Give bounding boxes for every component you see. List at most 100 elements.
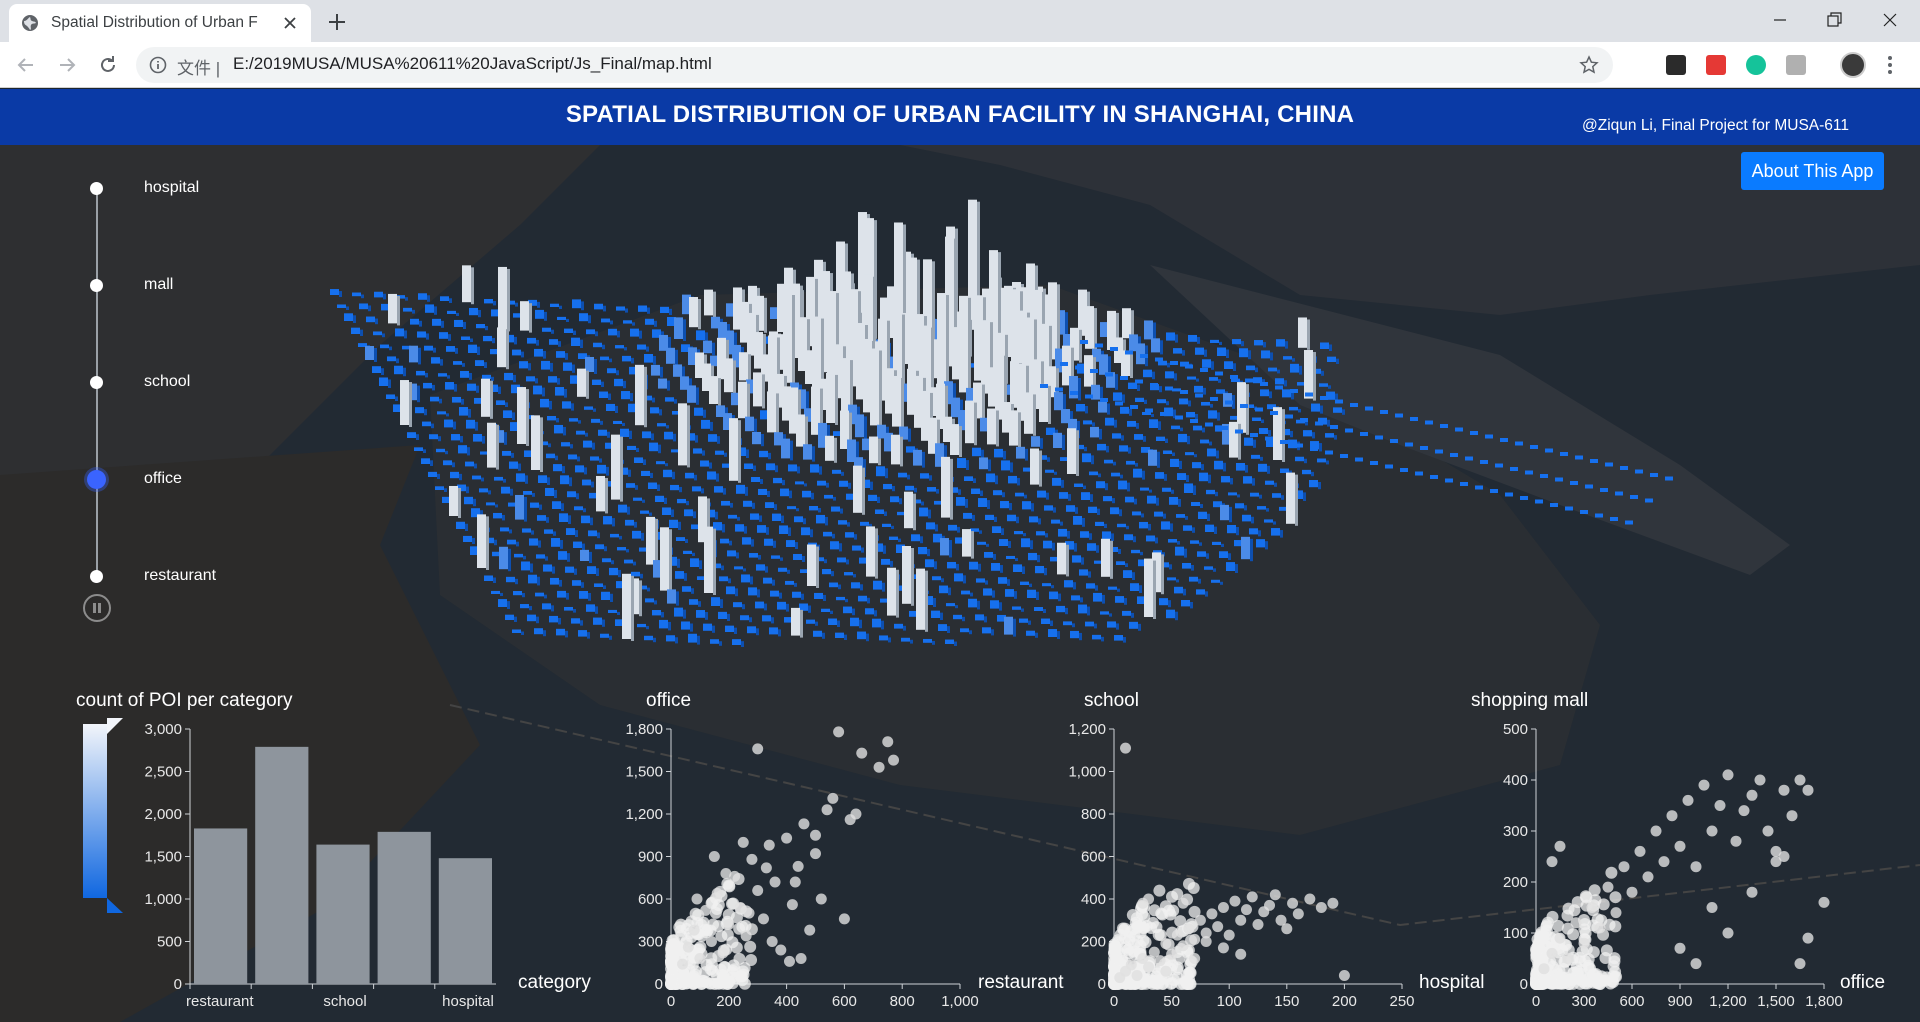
map-bar: [1195, 393, 1203, 398]
map-bar: [460, 370, 472, 380]
map-bar: [1148, 449, 1160, 468]
map-bar: [1144, 558, 1156, 619]
map-bar: [1635, 469, 1643, 474]
map-bar: [1455, 427, 1463, 432]
map-bar: [601, 318, 613, 325]
map-bar: [394, 365, 406, 377]
map-bar: [635, 364, 647, 428]
map-bar: [461, 336, 473, 342]
map-bar: [1540, 474, 1548, 478]
map-bar: [1310, 447, 1318, 451]
map-bar: [767, 391, 779, 435]
map-bar: [678, 403, 690, 468]
map-bar: [432, 318, 444, 328]
map-bar: [1605, 462, 1613, 467]
more-menu-icon[interactable]: [1887, 55, 1893, 75]
map-bar: [446, 346, 458, 354]
map-bar: [1009, 410, 1021, 448]
map-bar: [891, 434, 903, 467]
map-bar: [417, 331, 429, 340]
map-bar: [1440, 424, 1448, 428]
minimize-icon[interactable]: [1768, 8, 1792, 32]
map-bar: [674, 317, 686, 341]
map-bar: [1075, 365, 1083, 370]
timeline-item-school[interactable]: school: [90, 373, 390, 393]
pdf-extension-icon[interactable]: [1786, 55, 1806, 75]
map-bar: [1380, 410, 1388, 414]
timeline-item-hospital[interactable]: hospital: [90, 179, 390, 199]
about-button[interactable]: About This App: [1741, 152, 1884, 190]
map-bar: [752, 431, 764, 447]
mall-x-axis-name: office: [1840, 972, 1886, 993]
map-bar: [1340, 454, 1348, 458]
grammarly-icon[interactable]: [1746, 55, 1766, 75]
map-bar: [1475, 485, 1483, 490]
close-icon[interactable]: [281, 14, 299, 32]
map-bar: [660, 527, 672, 593]
map-bar: [1520, 496, 1528, 500]
map-bar: [1580, 510, 1588, 514]
timeline-dot[interactable]: [90, 570, 103, 583]
timeline-dot[interactable]: [90, 182, 103, 195]
timeline-item-restaurant[interactable]: restaurant: [90, 567, 390, 587]
address-bar[interactable]: 文件 | E:/2019MUSA/MUSA%20611%20JavaScript…: [136, 47, 1613, 83]
extension-x-icon[interactable]: [1666, 55, 1686, 75]
map-bar: [1040, 384, 1048, 388]
forward-arrow-icon[interactable]: [55, 53, 79, 77]
map-bar: [887, 567, 899, 618]
map-bar: [855, 414, 867, 440]
map-bar: [979, 457, 991, 472]
map-bar: [807, 544, 819, 588]
map-bar: [962, 529, 974, 559]
timeline-dot-active[interactable]: [87, 470, 106, 489]
pause-button[interactable]: [83, 594, 111, 622]
window-close-icon[interactable]: [1878, 8, 1902, 32]
map-bar: [1055, 387, 1063, 392]
plus-icon[interactable]: [325, 10, 349, 34]
map-bar: [666, 347, 678, 366]
extension-red-icon[interactable]: [1706, 55, 1726, 75]
map-bar: [745, 416, 757, 434]
reload-icon[interactable]: [96, 53, 120, 77]
browser-tab[interactable]: Spatial Distribution of Urban F: [9, 4, 311, 42]
timeline-label: school: [144, 373, 191, 390]
map-bar: [1080, 340, 1088, 344]
map-bar: [940, 538, 952, 558]
map-bar: [380, 344, 392, 351]
map-bar: [987, 408, 999, 447]
bookmark-star-icon[interactable]: [1579, 55, 1599, 75]
map-bar: [1090, 369, 1098, 373]
map-bar: [498, 266, 510, 332]
map-bar: [1360, 432, 1368, 436]
map-bar: [1420, 446, 1428, 450]
profile-avatar[interactable]: [1840, 52, 1866, 78]
map-bar: [549, 339, 561, 347]
map-bar: [1575, 455, 1583, 460]
restore-icon[interactable]: [1822, 8, 1846, 32]
map-bar: [1530, 445, 1538, 449]
map-bar: [611, 434, 623, 502]
map-bar: [1525, 470, 1533, 475]
timeline-item-office[interactable]: office: [87, 470, 390, 490]
map-bar: [622, 573, 634, 641]
info-icon[interactable]: [149, 56, 167, 74]
timeline-item-mall[interactable]: mall: [90, 276, 390, 296]
map-bar: [1105, 372, 1113, 377]
map-bar: [409, 345, 421, 365]
map-bar: [892, 375, 904, 429]
map-bar: [1355, 457, 1363, 462]
timeline-dot[interactable]: [90, 279, 103, 292]
map-bar: [1230, 375, 1238, 379]
timeline-dot[interactable]: [90, 376, 103, 389]
school-x-axis-name: hospital: [1419, 972, 1485, 993]
map-bar: [454, 319, 466, 329]
map-bar: [1205, 422, 1213, 427]
map-bar: [535, 309, 547, 321]
map-bar: [1625, 520, 1633, 525]
map-bar: [646, 516, 658, 567]
map-bar: [1365, 406, 1373, 411]
map-bar: [1070, 391, 1078, 395]
url-text[interactable]: E:/2019MUSA/MUSA%20611%20JavaScript/Js_F…: [233, 54, 712, 74]
back-arrow-icon[interactable]: [14, 53, 38, 77]
map-bar: [462, 265, 474, 305]
